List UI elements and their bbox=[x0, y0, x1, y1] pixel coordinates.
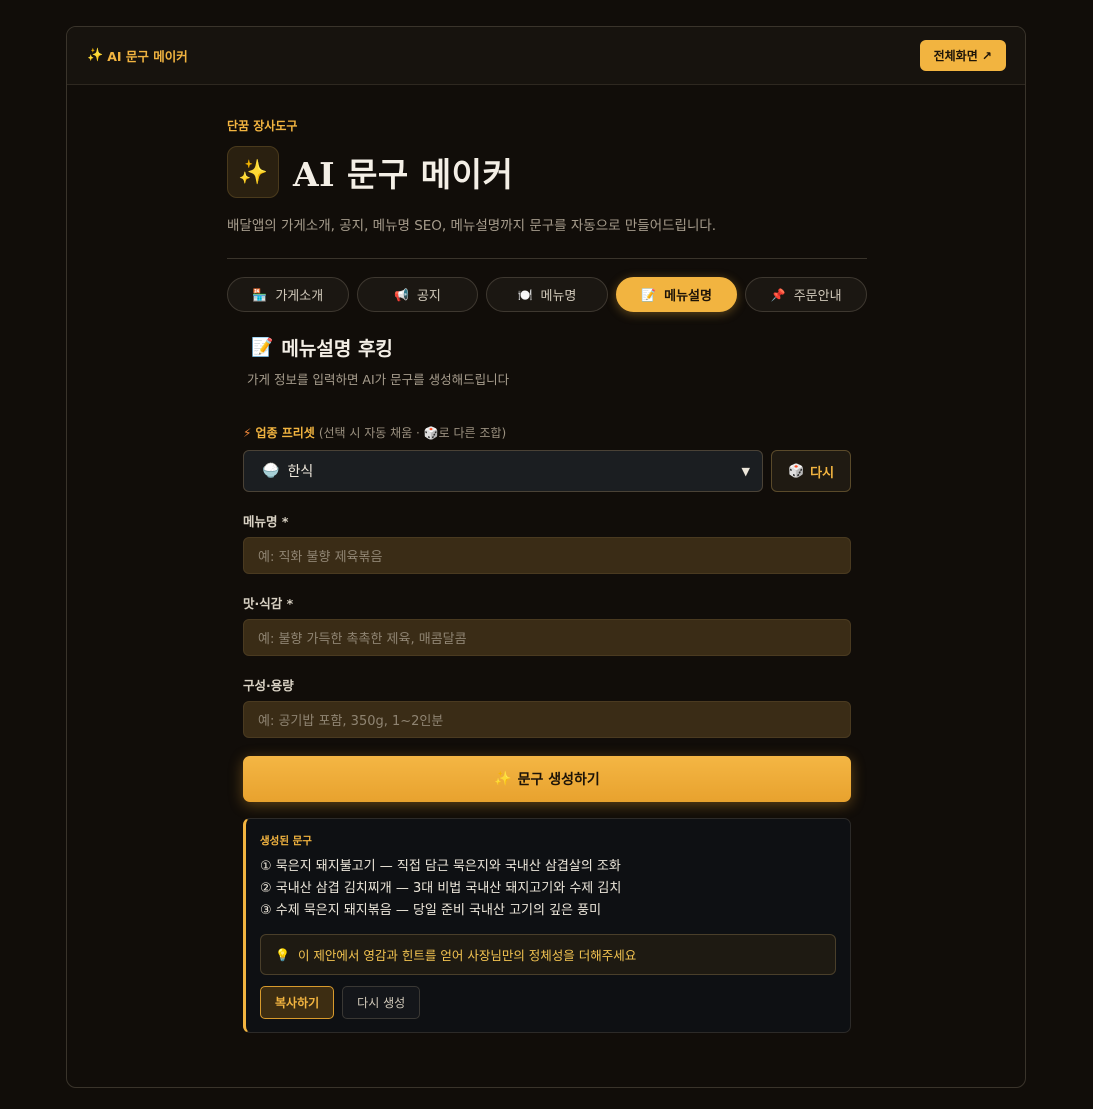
tab-notice[interactable]: 📢 공지 bbox=[356, 277, 479, 312]
preset-hint: (선택 시 자동 채움 · 🎲로 다른 조합) bbox=[319, 424, 506, 441]
menu-name-label: 메뉴명 * bbox=[243, 514, 289, 529]
panel-description: 가게 정보를 입력하면 AI가 문구를 생성해드립니다 bbox=[247, 372, 510, 387]
result-line: ② 국내산 삼겹 김치찌개 — 3대 비법 국내산 돼지고기와 수제 김치 bbox=[260, 881, 622, 896]
plate-icon: 🍽️ bbox=[517, 287, 533, 302]
composition-label: 구성·용량 bbox=[243, 678, 294, 693]
tab-menu-description[interactable]: 📝 메뉴설명 bbox=[615, 277, 738, 312]
dice-icon: 🎲 bbox=[423, 426, 439, 440]
preset-hint-suffix: 로 다른 조합) bbox=[438, 426, 507, 440]
tab-menu-name[interactable]: 🍽️ 메뉴명 bbox=[486, 277, 608, 312]
fullscreen-button[interactable]: 전체화면 ↗ bbox=[919, 40, 1006, 71]
tip-box: 💡 이 제안에서 영감과 힌트를 얻어 사장님만의 정체성을 더해주세요 bbox=[260, 934, 836, 975]
preset-row: 🍚 한식 ▼ 🎲 다시 bbox=[243, 450, 851, 492]
divider bbox=[227, 258, 867, 259]
tab-label: 메뉴명 bbox=[540, 289, 577, 304]
app-window: ✨ AI 문구 메이커 전체화면 ↗ 단꿈 장사도구 ✨ AI 문구 메이커 배… bbox=[66, 26, 1026, 1088]
page-title: AI 문구 메이커 bbox=[293, 155, 514, 194]
result-line: ③ 수제 묵은지 돼지볶음 — 당일 준비 국내산 고기의 깊은 풍미 bbox=[260, 903, 602, 918]
preset-hint-prefix: (선택 시 자동 채움 · bbox=[318, 426, 424, 440]
reroll-label: 다시 bbox=[810, 465, 835, 481]
reroll-button[interactable]: 🎲 다시 bbox=[771, 450, 851, 492]
copy-button[interactable]: 복사하기 bbox=[260, 986, 335, 1019]
preset-selected: 🍚 한식 bbox=[262, 461, 313, 481]
tab-label: 가게소개 bbox=[275, 289, 324, 304]
tab-order-guide[interactable]: 📌 주문안내 bbox=[745, 277, 867, 312]
memo-icon: 📝 bbox=[641, 287, 657, 302]
result-line: ① 묵은지 돼지불고기 — 직접 담근 묵은지와 국내산 삼겹살의 조화 bbox=[260, 859, 621, 874]
tab-store-intro[interactable]: 🏪 가게소개 bbox=[227, 277, 349, 312]
preset-label-text: 업종 프리셋 bbox=[255, 426, 315, 440]
generate-label: 문구 생성하기 bbox=[517, 772, 600, 788]
generate-button[interactable]: ✨ 문구 생성하기 bbox=[243, 756, 851, 802]
eyebrow-label: 단꿈 장사도구 bbox=[227, 119, 298, 133]
result-card: 생성된 문구 ① 묵은지 돼지불고기 — 직접 담근 묵은지와 국내산 삼겹살의… bbox=[243, 818, 851, 1033]
sparkles-icon: ✨ bbox=[227, 146, 279, 198]
panel-title: 📝 메뉴설명 후킹 bbox=[251, 334, 851, 361]
preset-selected-value: 한식 bbox=[287, 464, 314, 480]
lightbulb-icon: 💡 bbox=[275, 947, 290, 962]
page-subtitle: 배달앱의 가게소개, 공지, 메뉴명 SEO, 메뉴설명까지 문구를 자동으로 … bbox=[227, 218, 717, 234]
lightning-icon: ⚡ bbox=[243, 425, 252, 440]
preset-select[interactable]: 🍚 한식 ▼ bbox=[243, 450, 763, 492]
chevron-down-icon: ▼ bbox=[741, 464, 750, 478]
sparkles-icon: ✨ bbox=[87, 48, 104, 63]
pushpin-icon: 📌 bbox=[770, 287, 786, 302]
tip-text: 이 제안에서 영감과 힌트를 얻어 사장님만의 정체성을 더해주세요 bbox=[297, 948, 637, 963]
tab-label: 주문안내 bbox=[793, 289, 842, 304]
megaphone-icon: 📢 bbox=[393, 287, 409, 302]
result-lines: ① 묵은지 돼지불고기 — 직접 담근 묵은지와 국내산 삼겹살의 조화 ② 국… bbox=[260, 856, 836, 922]
menu-name-input[interactable]: 예: 직화 불향 제육볶음 bbox=[243, 537, 851, 574]
composition-input[interactable]: 예: 공기밥 포함, 350g, 1~2인분 bbox=[243, 701, 851, 738]
sparkles-icon: ✨ bbox=[494, 771, 512, 787]
tab-label: 메뉴설명 bbox=[664, 289, 712, 304]
tab-label: 공지 bbox=[416, 289, 441, 304]
page-header: ✨ AI 문구 메이커 bbox=[227, 146, 867, 198]
app-title: ✨ AI 문구 메이커 bbox=[87, 46, 188, 65]
rice-icon: 🍚 bbox=[262, 463, 280, 479]
taste-input[interactable]: 예: 불향 가득한 촉촉한 제육, 매콤달콤 bbox=[243, 619, 851, 656]
store-icon: 🏪 bbox=[252, 287, 268, 302]
result-actions: 복사하기 다시 생성 bbox=[260, 986, 836, 1019]
memo-icon: 📝 bbox=[251, 337, 274, 358]
dice-icon: 🎲 bbox=[787, 463, 805, 479]
preset-label: ⚡ 업종 프리셋 (선택 시 자동 채움 · 🎲로 다른 조합) bbox=[243, 424, 851, 441]
regenerate-button[interactable]: 다시 생성 bbox=[342, 986, 421, 1019]
result-label: 생성된 문구 bbox=[260, 835, 312, 847]
app-title-text: AI 문구 메이커 bbox=[107, 49, 188, 64]
taste-label: 맛·식감 * bbox=[243, 596, 294, 611]
panel-title-text: 메뉴설명 후킹 bbox=[281, 338, 393, 360]
form-panel: 📝 메뉴설명 후킹 가게 정보를 입력하면 AI가 문구를 생성해드립니다 ⚡ … bbox=[243, 334, 851, 1033]
main-content: 단꿈 장사도구 ✨ AI 문구 메이커 배달앱의 가게소개, 공지, 메뉴명 S… bbox=[227, 117, 867, 1033]
top-bar: ✨ AI 문구 메이커 전체화면 ↗ bbox=[67, 27, 1025, 85]
category-tabs: 🏪 가게소개 📢 공지 🍽️ 메뉴명 📝 메뉴설명 📌 주문안내 bbox=[227, 277, 867, 312]
